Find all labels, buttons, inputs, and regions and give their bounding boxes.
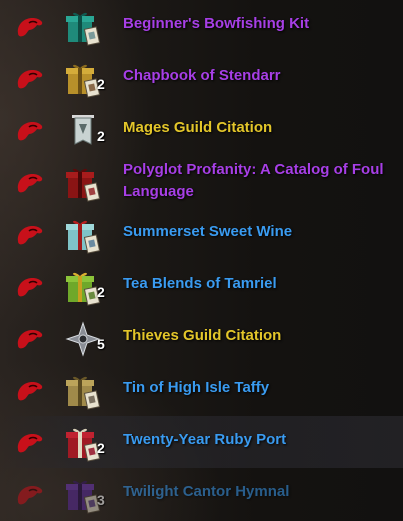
stolen-hand-icon <box>17 486 43 505</box>
teal-gift-box-icon <box>64 8 102 46</box>
item-name-line2: Language <box>123 183 194 200</box>
inventory-item-row[interactable]: Beginner's Bowfishing Kit <box>0 0 403 52</box>
item-quantity: 2 <box>97 128 105 144</box>
inventory-item-row[interactable]: 2 Mages Guild Citation <box>0 104 403 156</box>
item-quantity: 2 <box>97 284 105 300</box>
inventory-item-row[interactable]: Summerset Sweet Wine <box>0 208 403 260</box>
stolen-hand-icon <box>17 18 43 37</box>
item-name-line1: Polyglot Profanity: A Catalog of Foul <box>123 161 384 178</box>
item-name: Summerset Sweet Wine <box>123 223 293 240</box>
item-quantity: 3 <box>97 492 105 508</box>
stolen-hand-icon <box>17 382 43 401</box>
stolen-hand-icon <box>17 278 43 297</box>
inventory-item-row[interactable]: 2 Tea Blends of Tamriel <box>0 260 403 312</box>
item-name: Chapbook of Stendarr <box>123 67 281 84</box>
inventory-item-row[interactable]: 5 Thieves Guild Citation <box>0 312 403 364</box>
inventory-item-row[interactable]: 2 Twenty-Year Ruby Port <box>0 416 403 468</box>
inventory-item-row[interactable]: Polyglot Profanity: A Catalog of Foul La… <box>0 156 403 208</box>
item-name: Thieves Guild Citation <box>123 327 282 344</box>
stolen-hand-icon <box>17 434 43 453</box>
red-gift-box-icon <box>64 164 102 202</box>
inventory-item-row[interactable]: 3 Twilight Cantor Hymnal <box>0 468 403 520</box>
stolen-hand-icon <box>17 330 43 349</box>
cyan-gift-box-icon <box>64 216 102 254</box>
item-quantity: 5 <box>97 336 105 352</box>
inventory-list: Beginner's Bowfishing Kit 2 Chapbook of … <box>0 0 403 521</box>
stolen-hand-icon <box>17 70 43 89</box>
inventory-item-row[interactable]: 2 Chapbook of Stendarr <box>0 52 403 104</box>
tan-gift-box-icon <box>64 372 102 410</box>
item-name: Mages Guild Citation <box>123 119 273 136</box>
item-quantity: 2 <box>97 440 105 456</box>
stolen-hand-icon <box>17 122 43 141</box>
item-quantity: 2 <box>97 76 105 92</box>
stolen-hand-icon <box>17 226 43 245</box>
item-name: Twilight Cantor Hymnal <box>123 483 290 500</box>
item-name: Tea Blends of Tamriel <box>123 275 277 292</box>
item-name: Twenty-Year Ruby Port <box>123 431 287 448</box>
item-name: Beginner's Bowfishing Kit <box>123 15 310 32</box>
inventory-item-row[interactable]: Tin of High Isle Taffy <box>0 364 403 416</box>
stolen-hand-icon <box>17 174 43 193</box>
item-name: Tin of High Isle Taffy <box>123 379 270 396</box>
